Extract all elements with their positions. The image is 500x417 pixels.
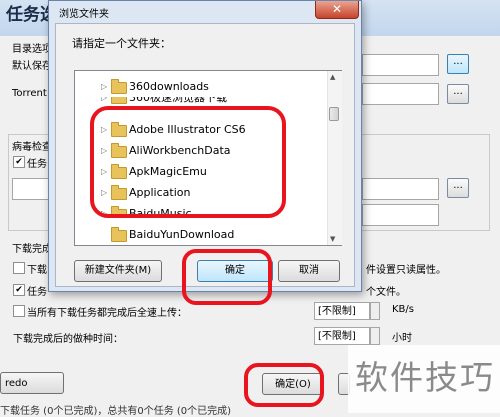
default-save-browse-button[interactable]: ... [447,54,469,74]
virus-browse-button[interactable]: ... [447,178,469,198]
upload-speed-spinner[interactable] [370,302,380,320]
scroll-down-icon[interactable]: ▼ [330,235,335,243]
scrollbar-thumb[interactable] [329,107,339,121]
directory-section-label: 目录选项 [12,44,52,55]
new-folder-button[interactable]: 新建文件夹(M) [74,260,162,282]
close-icon[interactable]: ✕ [315,1,359,19]
virus-section-label: 病毒检查 [12,142,52,153]
task-file-label-suffix: 个文件。 [366,287,406,298]
tree-item-label: BaiduYunDownload [129,228,235,241]
tree-item-label: 360downloads [129,80,209,93]
scroll-up-icon[interactable]: ▲ [330,73,335,81]
torrent-label: Torrent [12,88,47,99]
default-save-path-input[interactable] [362,54,439,76]
virus-program-input[interactable] [362,178,439,200]
task-file-checkbox[interactable]: ✔ [13,284,25,296]
torrent-browse-button[interactable]: ... [447,84,469,104]
annotation-ring-folders [90,106,286,218]
download-section-label: 下载完成 [12,244,52,255]
virus-check-checkbox[interactable]: ✔ [13,156,25,168]
readonly-checkbox[interactable] [13,262,25,274]
upload-speed-unit: KB/s [392,304,414,315]
seed-time-combo[interactable]: [不限制] [314,327,370,345]
expand-arrow-icon[interactable]: ▷ [101,77,107,97]
folder-icon [111,97,127,104]
upload-speed-combo[interactable]: [不限制] [314,302,370,320]
status-bar-text: 下载任务 (0个已完成)，总共有0个任务 (0个已完成) [0,406,232,417]
browse-dialog-prompt: 请指定一个文件夹： [72,37,171,50]
tree-item[interactable]: ▷ 360downloads [75,77,329,97]
annotation-ring-ok [182,249,272,305]
browse-cancel-button[interactable]: 取消 [278,260,340,282]
default-save-label: 默认保存 [12,61,52,72]
redo-button[interactable]: redo [0,372,64,394]
virus-args-input[interactable] [362,204,439,226]
tree-item[interactable]: BaiduYunDownload [75,225,329,245]
folder-icon [111,79,127,94]
full-speed-upload-label: 当所有下载任务都完成后全速上传： [27,308,187,319]
virus-check-label: 任务 [27,159,47,170]
full-speed-upload-checkbox[interactable] [13,305,25,317]
folder-tree-scrollbar[interactable] [327,71,342,245]
watermark-text: 软件技巧 [355,358,495,397]
seed-time-spinner[interactable] [370,327,380,345]
annotation-ring-settings-ok [244,363,324,407]
seed-time-label: 下载完成后的做种时间： [13,334,123,345]
torrent-path-input[interactable] [362,83,439,105]
browse-dialog-title: 浏览文件夹 [59,9,109,20]
task-file-label: 任务 [27,287,47,298]
folder-icon [111,227,127,242]
readonly-label-suffix: 件设置只读属性。 [366,265,446,276]
readonly-label: 下载 [27,265,47,276]
seed-time-unit: 小时 [392,333,412,344]
